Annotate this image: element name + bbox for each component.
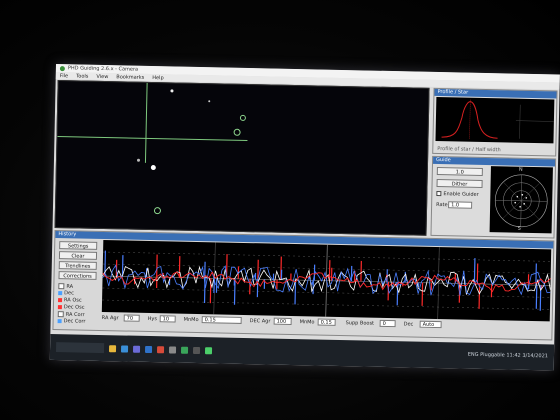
correction-bar xyxy=(430,282,432,291)
dec-mode-select[interactable]: Auto xyxy=(419,320,442,329)
guide-error-graph[interactable] xyxy=(101,240,552,322)
correction-bar xyxy=(249,279,251,295)
star xyxy=(208,100,211,103)
guide-star-marker xyxy=(233,128,241,136)
correction-bar xyxy=(280,269,283,280)
terminal-icon[interactable] xyxy=(192,346,201,354)
mail-icon[interactable] xyxy=(144,345,153,353)
graph-clear-button[interactable]: Clear xyxy=(58,251,98,260)
legend-item: RA xyxy=(58,283,73,290)
crosshair-horizontal xyxy=(57,136,248,142)
store-icon[interactable] xyxy=(132,345,141,353)
correction-bar xyxy=(330,267,333,281)
legend-item: Dec Osc xyxy=(57,304,85,311)
guide-star-marker xyxy=(153,207,162,215)
correction-bar xyxy=(535,285,538,309)
graph-controls-left: Settings Clear Trendlines Corrections RA… xyxy=(55,239,101,330)
enable-guider-checkbox[interactable] xyxy=(436,190,442,197)
menu-file[interactable]: File xyxy=(60,73,68,79)
param-label: RA Agr xyxy=(101,315,119,322)
taskbar-search[interactable] xyxy=(55,342,105,354)
dec-aggression-field[interactable]: 100 xyxy=(273,317,292,325)
param-label: Supp Boost xyxy=(345,320,375,327)
correction-bar xyxy=(535,263,537,286)
polar-north-label: N xyxy=(518,166,523,173)
param-label: MnMo xyxy=(299,319,315,326)
star-profile-graph xyxy=(435,96,555,144)
correction-bar xyxy=(473,258,476,284)
menu-tools[interactable]: Tools xyxy=(76,73,88,79)
correction-bar xyxy=(276,279,278,290)
explorer-icon[interactable] xyxy=(108,344,117,352)
settings-icon[interactable] xyxy=(168,345,177,354)
param-label: Dec xyxy=(403,321,414,328)
correction-bar xyxy=(290,273,292,280)
browser-icon[interactable] xyxy=(120,344,129,353)
app-icon xyxy=(59,65,65,71)
correction-bar xyxy=(156,254,158,278)
legend-item: RA Osc xyxy=(58,297,82,304)
ra-aggression-field[interactable]: 70 xyxy=(123,314,140,322)
profile-caption: Profile of star / Half width xyxy=(437,146,501,154)
correction-bar xyxy=(396,282,399,306)
graph-settings-button[interactable]: Settings xyxy=(59,241,98,250)
correction-bar xyxy=(156,277,158,288)
app-icon-taskbar[interactable] xyxy=(180,346,189,354)
profile-panel: Profile / Star Profile of star / Half wi… xyxy=(432,87,558,157)
guide-panel: Guide 1.0 Dither Enable Guider Rate 1.0 … xyxy=(430,155,557,239)
ra-min-move-field[interactable]: 0.15 xyxy=(201,316,242,324)
correction-bar xyxy=(360,260,362,282)
guide-panel-title: Guide xyxy=(432,156,556,167)
guide-star-marker xyxy=(239,114,246,121)
star xyxy=(136,158,141,162)
history-graph-panel: History Settings Clear Trendlines Correc… xyxy=(52,230,555,341)
legend-item: Dec xyxy=(58,290,74,296)
menu-bookmarks[interactable]: Bookmarks xyxy=(116,74,144,81)
param-label: DEC Agr xyxy=(249,318,271,325)
polar-south-label: S xyxy=(517,225,521,232)
rate-field-label: Rate xyxy=(436,201,448,209)
hysteresis-field[interactable]: 10 xyxy=(159,315,176,323)
correction-bar xyxy=(478,283,481,309)
dec-min-move-field[interactable]: 0.15 xyxy=(317,318,336,326)
correction-bar xyxy=(421,282,424,306)
star xyxy=(170,89,174,93)
camera-view[interactable] xyxy=(54,80,430,236)
target-polar-plot: N S xyxy=(489,166,553,234)
dither-button[interactable]: Dither xyxy=(436,178,483,188)
correction-bar xyxy=(272,273,275,280)
star xyxy=(150,165,156,171)
param-label: MnMo xyxy=(183,316,199,324)
legend-item: RA Corr xyxy=(57,311,85,318)
enable-guider-label: Enable Guider xyxy=(443,191,479,198)
graph-trendlines-button[interactable]: Trendlines xyxy=(58,261,97,270)
monitor-screen: PHD Guiding 2.6.x - Camera File Tools Vi… xyxy=(49,64,560,371)
chrome-icon[interactable] xyxy=(156,345,165,353)
legend-item: Dec Corr xyxy=(57,318,86,325)
suppress-boost-field[interactable]: 0 xyxy=(379,319,396,328)
system-tray[interactable]: ENG Pluggable 11:42 3/14/2021 xyxy=(468,352,548,360)
param-label: Hys xyxy=(147,315,158,323)
menu-help[interactable]: Help xyxy=(152,75,164,81)
menu-view[interactable]: View xyxy=(96,73,108,79)
graph-corrections-button[interactable]: Corrections xyxy=(58,271,97,280)
rate-button[interactable]: 1.0 xyxy=(436,167,483,176)
crosshair-vertical xyxy=(144,82,148,163)
phd-icon[interactable] xyxy=(204,346,213,354)
rate-field[interactable]: 1.0 xyxy=(448,201,473,209)
